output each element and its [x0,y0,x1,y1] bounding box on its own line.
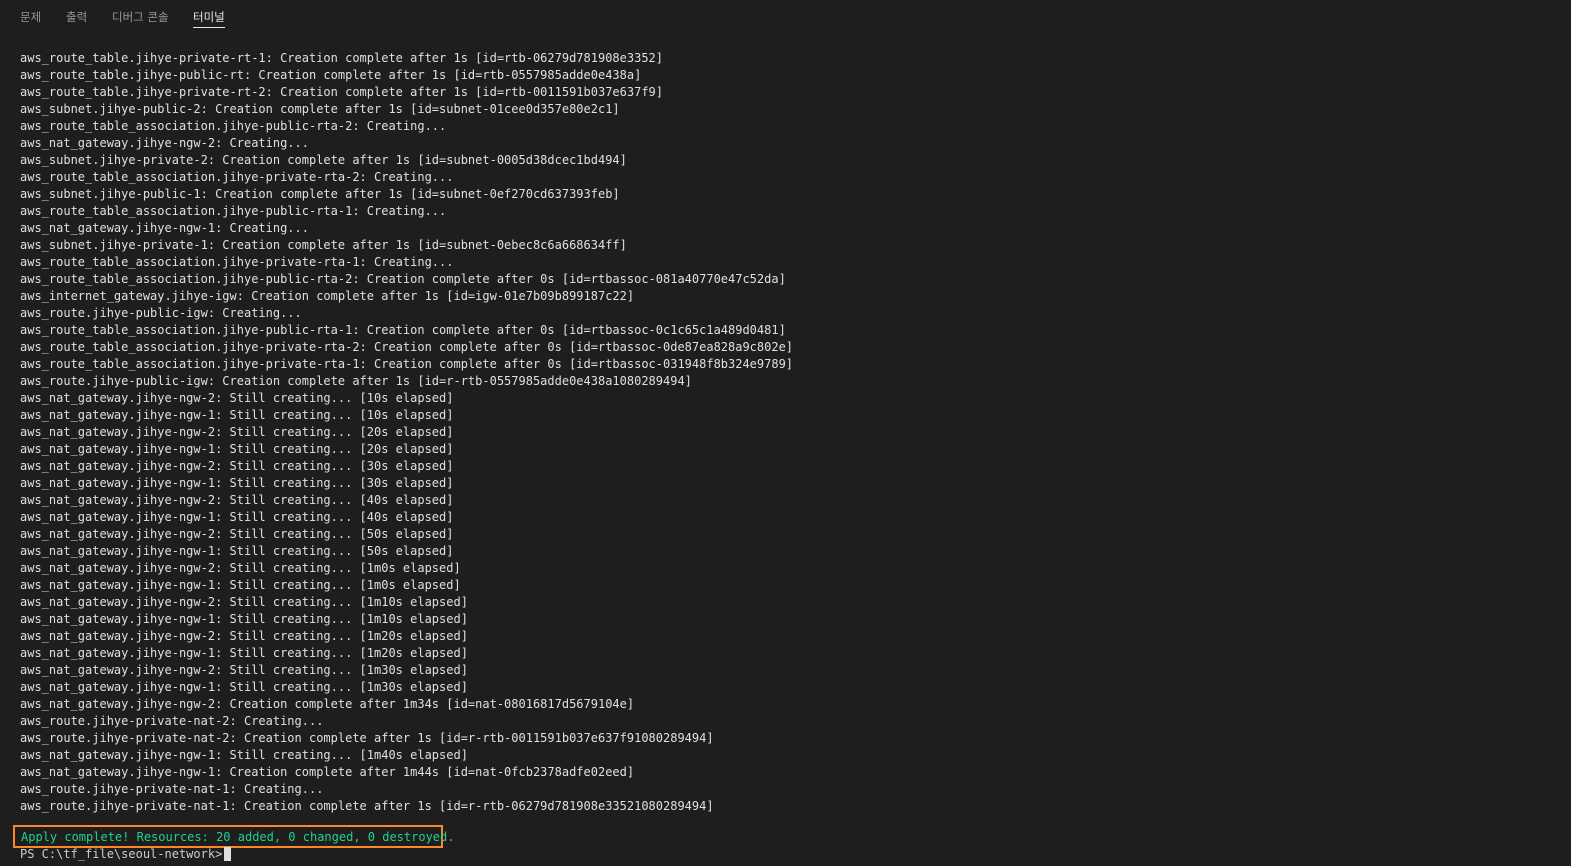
terminal-line: aws_nat_gateway.jihye-ngw-1: Still creat… [20,646,468,660]
terminal-line: aws_route_table_association.jihye-privat… [20,170,454,184]
terminal-line: aws_nat_gateway.jihye-ngw-2: Still creat… [20,629,468,643]
terminal-line: aws_internet_gateway.jihye-igw: Creation… [20,289,635,303]
terminal-line: aws_route_table_association.jihye-privat… [20,340,794,354]
terminal-cursor [224,847,232,861]
terminal-output[interactable]: aws_route_table.jihye-private-rt-1: Crea… [0,34,1571,866]
terminal-line: aws_nat_gateway.jihye-ngw-1: Still creat… [20,510,454,524]
terminal-line: aws_route.jihye-private-nat-1: Creating.… [20,782,324,796]
terminal-line: aws_nat_gateway.jihye-ngw-1: Still creat… [20,442,454,456]
apply-summary-text: Apply complete! Resources: 20 added, 0 c… [21,830,455,844]
terminal-line: aws_route_table.jihye-private-rt-1: Crea… [20,51,663,65]
terminal-line: aws_nat_gateway.jihye-ngw-2: Still creat… [20,493,454,507]
tab-problems[interactable]: 문제 [20,9,41,25]
terminal-line: aws_route_table_association.jihye-public… [20,323,786,337]
terminal-line: aws_nat_gateway.jihye-ngw-2: Still creat… [20,391,454,405]
terminal-line: aws_route.jihye-private-nat-2: Creating.… [20,714,324,728]
terminal-line: aws_route_table_association.jihye-public… [20,119,447,133]
terminal-line: aws_nat_gateway.jihye-ngw-2: Still creat… [20,425,454,439]
terminal-line: aws_subnet.jihye-public-1: Creation comp… [20,187,620,201]
terminal-line: aws_route_table.jihye-private-rt-2: Crea… [20,85,663,99]
tab-output[interactable]: 출력 [66,9,87,25]
terminal-line: aws_nat_gateway.jihye-ngw-2: Still creat… [20,459,454,473]
terminal-line: aws_nat_gateway.jihye-ngw-1: Still creat… [20,612,468,626]
terminal-line: aws_route_table_association.jihye-privat… [20,357,794,371]
panel-tab-bar: 문제 출력 디버그 콘솔 터미널 [0,0,1571,34]
terminal-line: aws_subnet.jihye-public-2: Creation comp… [20,102,620,116]
terminal-line: aws_nat_gateway.jihye-ngw-1: Creating... [20,221,309,235]
terminal-line: aws_nat_gateway.jihye-ngw-1: Still creat… [20,748,468,762]
terminal-line: aws_nat_gateway.jihye-ngw-1: Still creat… [20,408,454,422]
terminal-line: aws_nat_gateway.jihye-ngw-1: Still creat… [20,680,468,694]
terminal-line: aws_nat_gateway.jihye-ngw-2: Still creat… [20,663,468,677]
terminal-prompt: PS C:\tf_file\seoul-network> [20,847,223,861]
terminal-line: aws_nat_gateway.jihye-ngw-2: Still creat… [20,561,461,575]
terminal-line: aws_route_table_association.jihye-public… [20,272,786,286]
terminal-line: aws_nat_gateway.jihye-ngw-1: Still creat… [20,544,454,558]
terminal-line: aws_nat_gateway.jihye-ngw-1: Still creat… [20,476,454,490]
apply-summary-highlight: Apply complete! Resources: 20 added, 0 c… [13,825,454,848]
terminal-line: aws_nat_gateway.jihye-ngw-1: Still creat… [20,578,461,592]
terminal-lines: aws_route_table.jihye-private-rt-1: Crea… [20,50,1560,815]
terminal-line: aws_nat_gateway.jihye-ngw-2: Creation co… [20,697,635,711]
terminal-line: aws_nat_gateway.jihye-ngw-1: Creation co… [20,765,635,779]
terminal-line: aws_route.jihye-public-igw: Creation com… [20,374,692,388]
terminal-line: aws_route_table.jihye-public-rt: Creatio… [20,68,642,82]
terminal-line: aws_subnet.jihye-private-1: Creation com… [20,238,627,252]
terminal-line: aws_nat_gateway.jihye-ngw-2: Still creat… [20,527,454,541]
terminal-line: aws_route.jihye-private-nat-1: Creation … [20,799,714,813]
terminal-line: aws_route_table_association.jihye-public… [20,204,447,218]
terminal-line: aws_nat_gateway.jihye-ngw-2: Still creat… [20,595,468,609]
terminal-line: aws_route.jihye-public-igw: Creating... [20,306,302,320]
terminal-line: aws_subnet.jihye-private-2: Creation com… [20,153,627,167]
terminal-line: aws_route_table_association.jihye-privat… [20,255,454,269]
terminal-prompt-row[interactable]: PS C:\tf_file\seoul-network> [20,846,232,863]
tab-terminal[interactable]: 터미널 [193,9,225,28]
terminal-line: aws_route.jihye-private-nat-2: Creation … [20,731,714,745]
terminal-line: aws_nat_gateway.jihye-ngw-2: Creating... [20,136,309,150]
tab-debug-console[interactable]: 디버그 콘솔 [112,9,169,25]
